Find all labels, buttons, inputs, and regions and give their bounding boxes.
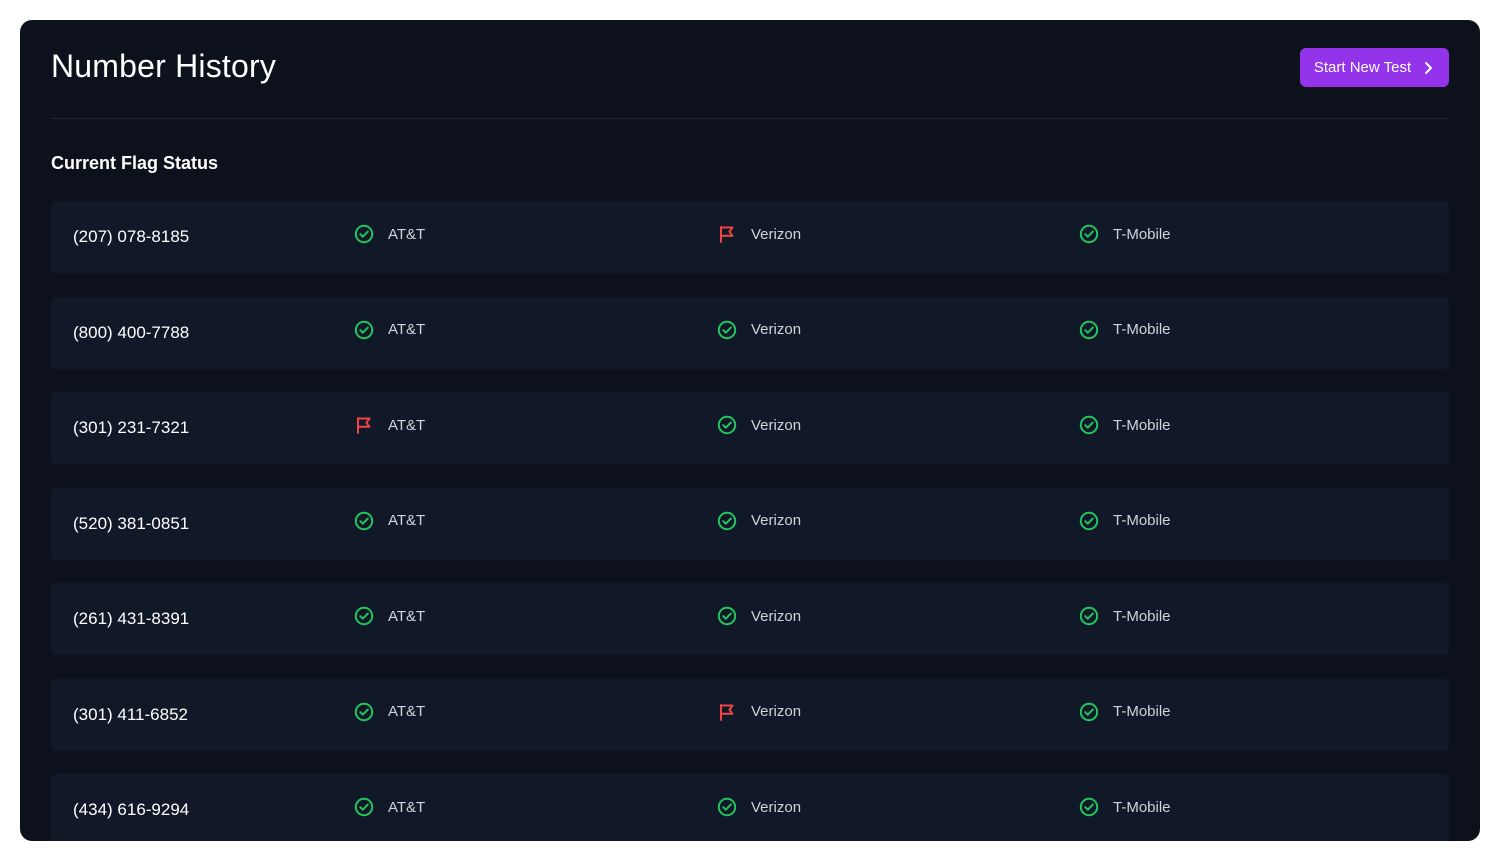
phone-number: (800) 400-7788 <box>73 322 190 342</box>
check-circle-icon <box>1079 320 1099 340</box>
carrier-status: AT&T <box>354 797 425 817</box>
carrier-name: AT&T <box>388 512 426 529</box>
carrier-status: AT&T <box>354 224 425 244</box>
carrier-status: AT&T <box>354 702 425 722</box>
check-circle-icon <box>354 511 374 531</box>
check-circle-icon <box>717 320 737 340</box>
carrier-name: Verizon <box>751 607 802 625</box>
phone-number: (301) 231-7321 <box>73 418 190 437</box>
check-circle-icon <box>717 797 737 817</box>
carrier-status: AT&T <box>354 320 425 340</box>
number-row[interactable]: (520) 381-0851 AT&T Verizon T-Mobile <box>51 487 1449 560</box>
carrier-status: Verizon <box>717 606 801 626</box>
carrier-status: Verizon <box>717 415 801 435</box>
number-history-panel: Number History Start New Test Current Fl… <box>20 20 1480 841</box>
check-circle-icon <box>1079 224 1099 244</box>
carrier-name: T-Mobile <box>1113 321 1171 338</box>
carrier-status: Verizon <box>717 702 801 722</box>
carrier-name: Verizon <box>751 798 802 816</box>
check-circle-icon <box>717 415 737 435</box>
carrier-name: T-Mobile <box>1113 225 1171 243</box>
check-circle-icon <box>1079 606 1099 626</box>
phone-number: (520) 381-0851 <box>73 513 190 533</box>
check-circle-icon <box>354 224 374 244</box>
carrier-name: AT&T <box>388 225 426 243</box>
carrier-name: AT&T <box>388 798 426 816</box>
carrier-status: T-Mobile <box>1079 702 1171 722</box>
carrier-status: T-Mobile <box>1079 320 1171 340</box>
check-circle-icon <box>1079 797 1099 817</box>
check-circle-icon <box>354 320 374 340</box>
carrier-name: AT&T <box>388 321 426 338</box>
carrier-name: Verizon <box>751 225 802 243</box>
carrier-name: Verizon <box>751 512 802 529</box>
carrier-status: AT&T <box>354 511 425 531</box>
carrier-name: Verizon <box>751 416 802 434</box>
carrier-name: AT&T <box>388 416 426 434</box>
flag-icon <box>354 415 374 435</box>
carrier-status: T-Mobile <box>1079 224 1171 244</box>
carrier-status: T-Mobile <box>1079 797 1171 817</box>
carrier-name: AT&T <box>388 607 426 625</box>
carrier-status: Verizon <box>717 797 801 817</box>
carrier-name: AT&T <box>388 703 426 720</box>
flag-icon <box>717 224 737 244</box>
header-divider <box>51 118 1449 119</box>
check-circle-icon <box>1079 415 1099 435</box>
carrier-status: AT&T <box>354 415 425 435</box>
carrier-status: T-Mobile <box>1079 415 1171 435</box>
carrier-status: T-Mobile <box>1079 606 1171 626</box>
carrier-name: Verizon <box>751 321 802 338</box>
carrier-status: Verizon <box>717 224 801 244</box>
number-row[interactable]: (434) 616-9294 AT&T Verizon T-Mobile <box>51 774 1449 841</box>
carrier-name: T-Mobile <box>1113 512 1171 529</box>
carrier-status: T-Mobile <box>1079 511 1171 531</box>
check-circle-icon <box>354 606 374 626</box>
carrier-status: Verizon <box>717 320 801 340</box>
carrier-name: Verizon <box>751 703 802 720</box>
carrier-name: T-Mobile <box>1113 798 1171 816</box>
page-title: Number History <box>51 48 277 84</box>
phone-number: (301) 411-6852 <box>73 704 188 724</box>
section-title: Current Flag Status <box>51 153 219 173</box>
number-row[interactable]: (800) 400-7788 AT&T Verizon T-Mobile <box>51 296 1449 369</box>
flag-icon <box>717 702 737 722</box>
number-row[interactable]: (301) 411-6852 AT&T Verizon T-Mobile <box>51 678 1449 751</box>
chevron-right-icon <box>1425 61 1433 74</box>
check-circle-icon <box>717 606 737 626</box>
carrier-name: T-Mobile <box>1113 703 1171 720</box>
check-circle-icon <box>1079 702 1099 722</box>
flag-status-list: (207) 078-8185 AT&T Verizon T-Mobile (800) 4… <box>51 201 1449 841</box>
number-row[interactable]: (207) 078-8185 AT&T Verizon T-Mobile <box>51 201 1449 273</box>
phone-number: (261) 431-8391 <box>73 609 190 628</box>
start-new-test-button[interactable]: Start New Test <box>1300 48 1449 87</box>
carrier-name: T-Mobile <box>1113 416 1171 434</box>
number-row[interactable]: (301) 231-7321 AT&T Verizon T-Mobile <box>51 392 1449 464</box>
start-new-test-label: Start New Test <box>1313 59 1412 76</box>
number-row[interactable]: (261) 431-8391 AT&T Verizon T-Mobile <box>51 583 1449 655</box>
check-circle-icon <box>354 702 374 722</box>
carrier-name: T-Mobile <box>1113 607 1171 625</box>
carrier-status: AT&T <box>354 606 425 626</box>
carrier-status: Verizon <box>717 511 801 531</box>
phone-number: (434) 616-9294 <box>73 800 190 819</box>
phone-number: (207) 078-8185 <box>73 227 190 246</box>
check-circle-icon <box>717 511 737 531</box>
check-circle-icon <box>1079 511 1099 531</box>
check-circle-icon <box>354 797 374 817</box>
